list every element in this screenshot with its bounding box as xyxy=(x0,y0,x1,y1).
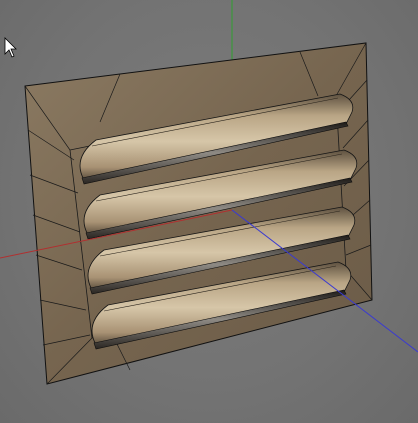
vent-grille-model[interactable] xyxy=(24,42,373,385)
arrow-cursor-icon xyxy=(4,37,17,58)
viewport-canvas[interactable] xyxy=(0,0,418,423)
3d-viewport[interactable] xyxy=(0,0,418,423)
